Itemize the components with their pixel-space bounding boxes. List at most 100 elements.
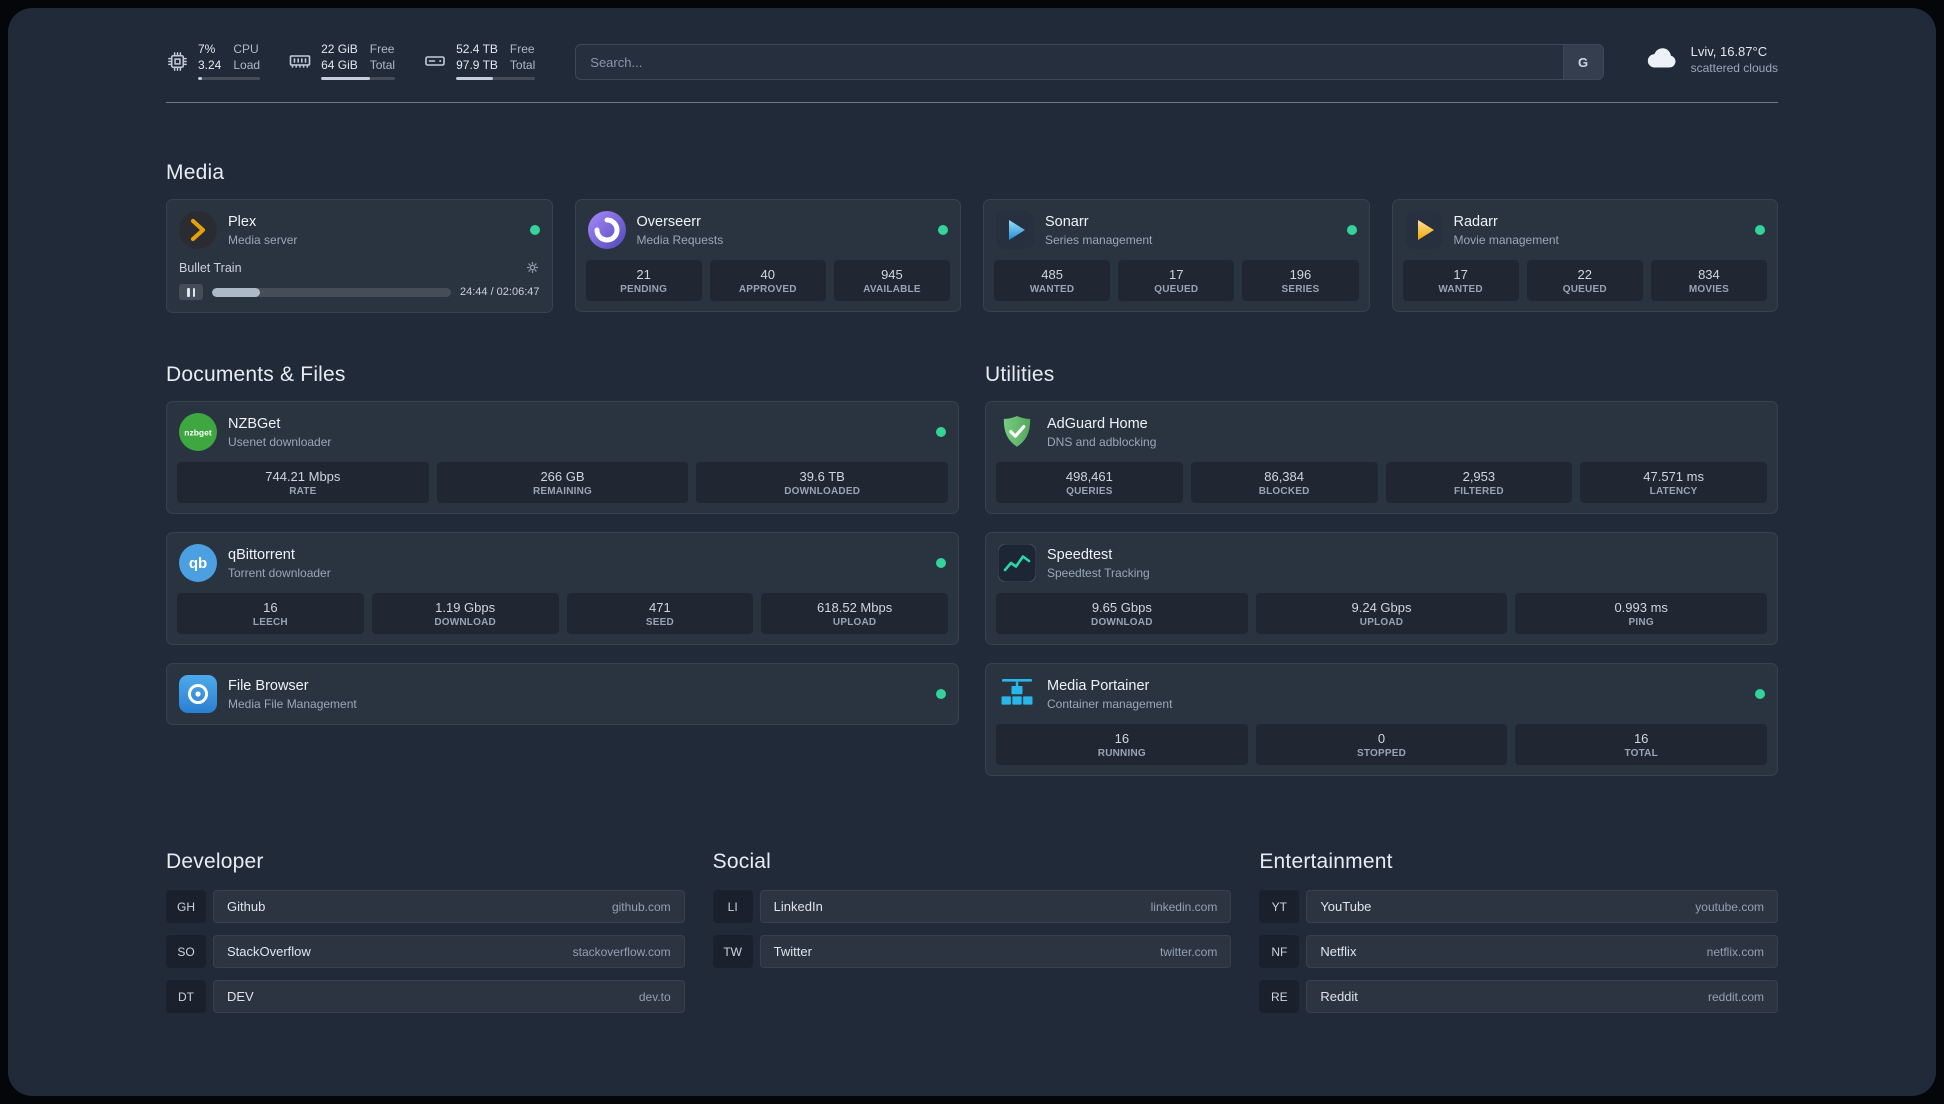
stat-series: 196 SERIES (1242, 260, 1359, 302)
disk-icon (423, 49, 447, 73)
stat-filtered: 2,953 FILTERED (1385, 462, 1573, 504)
stat-available: 945 AVAILABLE (833, 260, 951, 302)
bookmark-abbr: NF (1259, 935, 1300, 969)
service-name: File Browser (228, 677, 309, 694)
bookmark-name: StackOverflow (227, 944, 311, 960)
stat-upload: 618.52 Mbps UPLOAD (761, 593, 948, 635)
section-title-utilities: Utilities (985, 363, 1055, 387)
disk-total-value: 97.9 TB (456, 57, 498, 72)
stat-queued: 22 QUEUED (1526, 260, 1643, 302)
bookmark-abbr: SO (166, 935, 206, 969)
bookmark-name: DEV (227, 989, 254, 1005)
search-input[interactable] (576, 45, 1563, 79)
adguard-icon (998, 413, 1036, 451)
qbittorrent-card[interactable]: qb qBittorrent Torrent downloader 16 LEE… (166, 532, 959, 646)
bookmark-abbr: GH (166, 890, 206, 924)
speedtest-card[interactable]: Speedtest Speedtest Tracking 9.65 Gbps D… (985, 532, 1778, 646)
stat-download: 9.65 Gbps DOWNLOAD (996, 593, 1248, 635)
bookmark-github[interactable]: GH Github github.com (166, 890, 685, 924)
homepage-dashboard: 7% 3.24 CPU Load 22 GiB 64 GiB Free Tota… (8, 8, 1936, 1096)
bookmark-name: Github (227, 899, 266, 915)
service-description: Movie management (1453, 232, 1559, 247)
portainer-card[interactable]: Media Portainer Container management 16 … (985, 663, 1778, 777)
stat-wanted: 17 WANTED (1402, 260, 1519, 302)
sonarr-card[interactable]: Sonarr Series management 485 WANTED 17 Q… (983, 199, 1370, 313)
service-name: Plex (228, 213, 257, 230)
cpu-widget: 7% 3.24 CPU Load (166, 42, 261, 81)
service-name: Speedtest (1047, 546, 1113, 563)
status-dot (936, 558, 946, 569)
bookmarks-developer: Developer GH Github github.com SO StackO… (166, 850, 685, 1014)
now-playing-title: Bullet Train (179, 260, 242, 275)
svg-text:qb: qb (189, 555, 207, 572)
bookmarks-social: Social LI LinkedIn linkedin.com TW Twitt… (712, 850, 1232, 969)
filebrowser-icon (179, 675, 217, 714)
service-name: Sonarr (1045, 213, 1089, 230)
stat-queued: 17 QUEUED (1118, 260, 1235, 302)
status-dot (936, 689, 946, 700)
stat-queries: 498,461 QUERIES (996, 462, 1183, 504)
bookmark-dev[interactable]: DT DEV dev.to (166, 980, 685, 1014)
speedtest-icon (997, 543, 1037, 583)
search-provider-button[interactable]: G (1562, 45, 1603, 79)
memory-total-value: 64 GiB (321, 57, 358, 72)
stat-wanted: 485 WANTED (994, 260, 1111, 302)
gear-icon[interactable] (525, 260, 540, 275)
stat-upload: 9.24 Gbps UPLOAD (1255, 593, 1508, 635)
service-name: Radarr (1453, 213, 1498, 230)
weather-widget: Lviv, 16.87°C scattered clouds (1644, 42, 1778, 77)
bookmark-url: stackoverflow.com (572, 944, 671, 959)
bookmark-stackoverflow[interactable]: SO StackOverflow stackoverflow.com (166, 935, 685, 969)
section-title-developer: Developer (166, 850, 264, 874)
adguard-card[interactable]: AdGuard Home DNS and adblocking 498,461 … (985, 401, 1778, 515)
bookmark-abbr: TW (712, 935, 753, 969)
stat-latency: 47.571 ms LATENCY (1580, 462, 1767, 504)
stat-seed: 471 SEED (566, 593, 754, 635)
portainer-icon (998, 675, 1036, 713)
stat-pending: 21 PENDING (585, 260, 702, 302)
bookmark-url: twitter.com (1159, 944, 1218, 959)
nzbget-card[interactable]: nzbget NZBGet Usenet downloader 744.21 M… (166, 401, 959, 515)
playback-time: 24:44 / 02:06:47 (459, 286, 540, 299)
memory-free-label: Free (369, 42, 395, 56)
bookmark-url: github.com (611, 899, 671, 914)
section-title-media: Media (166, 161, 225, 185)
section-documents: Documents & Files nzbget NZBGet Usenet d… (166, 363, 959, 726)
playback-progress-bar[interactable] (212, 287, 451, 297)
bookmark-linkedin[interactable]: LI LinkedIn linkedin.com (712, 890, 1232, 924)
cpu-progress-bar (198, 77, 261, 81)
svg-text:nzbget: nzbget (184, 428, 212, 438)
service-description: Torrent downloader (228, 565, 331, 580)
service-description: Media server (228, 232, 298, 247)
bookmark-reddit[interactable]: RE Reddit reddit.com (1259, 980, 1778, 1014)
memory-icon (288, 49, 312, 73)
plex-card[interactable]: Plex Media server Bullet Train 24:44 / 0… (166, 199, 553, 314)
bookmarks-entertainment: Entertainment YT YouTube youtube.com NF … (1259, 850, 1778, 1014)
stat-movies: 834 MOVIES (1650, 260, 1768, 302)
filebrowser-card[interactable]: File Browser Media File Management (166, 663, 959, 726)
cpu-load-value: 3.24 (198, 57, 222, 72)
service-description: Container management (1047, 696, 1173, 711)
stat-leech: 16 LEECH (177, 593, 364, 635)
pause-button[interactable] (179, 284, 203, 301)
section-title-entertainment: Entertainment (1259, 850, 1393, 874)
status-dot (1346, 225, 1357, 236)
bookmark-youtube[interactable]: YT YouTube youtube.com (1259, 890, 1778, 924)
bookmark-netflix[interactable]: NF Netflix netflix.com (1259, 935, 1778, 969)
stat-running: 16 RUNNING (996, 724, 1248, 766)
overseerr-card[interactable]: Overseerr Media Requests 21 PENDING 40 A… (574, 199, 961, 313)
service-description: Speedtest Tracking (1047, 565, 1150, 580)
bookmark-twitter[interactable]: TW Twitter twitter.com (712, 935, 1232, 969)
service-description: Media File Management (228, 696, 357, 711)
bookmark-abbr: RE (1259, 980, 1300, 1014)
bookmark-url: linkedin.com (1150, 899, 1218, 914)
stat-rate: 744.21 Mbps RATE (177, 462, 429, 504)
disk-total-label: Total (509, 57, 536, 72)
radarr-card[interactable]: Radarr Movie management 17 WANTED 22 QUE… (1391, 199, 1778, 313)
service-name: NZBGet (228, 415, 281, 432)
stat-remaining: 266 GB REMAINING (436, 462, 689, 504)
stat-stopped: 0 STOPPED (1255, 724, 1508, 766)
plex-icon (179, 211, 217, 250)
service-description: Series management (1045, 232, 1153, 247)
qbittorrent-icon: qb (179, 544, 217, 583)
